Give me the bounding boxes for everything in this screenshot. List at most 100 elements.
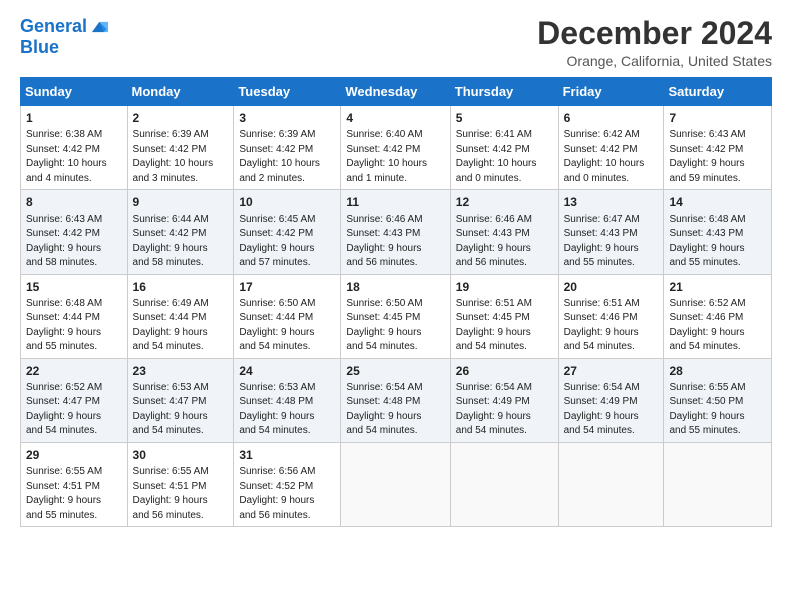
calendar-cell: 19 Sunrise: 6:51 AM Sunset: 4:45 PM Dayli… xyxy=(450,274,558,358)
day-info: Sunrise: 6:47 AM Sunset: 4:43 PM Dayligh… xyxy=(564,214,640,269)
day-info: Sunrise: 6:55 AM Sunset: 4:51 PM Dayligh… xyxy=(26,466,102,521)
calendar-cell: 16 Sunrise: 6:49 AM Sunset: 4:44 PM Dayli… xyxy=(127,274,234,358)
day-number: 14 xyxy=(669,194,766,210)
day-number: 9 xyxy=(133,194,229,210)
day-info: Sunrise: 6:42 AM Sunset: 4:42 PM Dayligh… xyxy=(564,129,645,184)
day-number: 12 xyxy=(456,194,553,210)
day-number: 10 xyxy=(239,194,335,210)
day-number: 16 xyxy=(133,279,229,295)
calendar-cell: 12 Sunrise: 6:46 AM Sunset: 4:43 PM Dayli… xyxy=(450,190,558,274)
title-block: December 2024 Orange, California, United… xyxy=(537,16,772,69)
day-number: 19 xyxy=(456,279,553,295)
calendar-cell: 14 Sunrise: 6:48 AM Sunset: 4:43 PM Dayli… xyxy=(664,190,772,274)
day-number: 27 xyxy=(564,363,659,379)
day-info: Sunrise: 6:53 AM Sunset: 4:48 PM Dayligh… xyxy=(239,382,315,437)
day-info: Sunrise: 6:45 AM Sunset: 4:42 PM Dayligh… xyxy=(239,214,315,269)
calendar-cell: 10 Sunrise: 6:45 AM Sunset: 4:42 PM Dayli… xyxy=(234,190,341,274)
day-info: Sunrise: 6:40 AM Sunset: 4:42 PM Dayligh… xyxy=(346,129,427,184)
calendar-cell xyxy=(450,442,558,526)
calendar-cell: 28Sunrise: 6:55 AM Sunset: 4:50 PM Dayli… xyxy=(664,358,772,442)
day-number: 11 xyxy=(346,194,444,210)
day-number: 30 xyxy=(133,447,229,463)
day-number: 1 xyxy=(26,110,122,126)
logo-icon xyxy=(89,16,111,38)
day-info: Sunrise: 6:54 AM Sunset: 4:49 PM Dayligh… xyxy=(564,382,640,437)
calendar-week-4: 22 Sunrise: 6:52 AM Sunset: 4:47 PM Dayli… xyxy=(21,358,772,442)
calendar-cell: 22 Sunrise: 6:52 AM Sunset: 4:47 PM Dayli… xyxy=(21,358,128,442)
day-info: Sunrise: 6:52 AM Sunset: 4:46 PM Dayligh… xyxy=(669,298,745,353)
calendar-header-row: SundayMondayTuesdayWednesdayThursdayFrid… xyxy=(21,78,772,106)
day-number: 2 xyxy=(133,110,229,126)
weekday-header-sunday: Sunday xyxy=(21,78,128,106)
calendar-cell: 4 Sunrise: 6:40 AM Sunset: 4:42 PM Daylig… xyxy=(341,106,450,190)
logo-text2: Blue xyxy=(20,38,111,58)
calendar-week-1: 1 Sunrise: 6:38 AM Sunset: 4:42 PM Daylig… xyxy=(21,106,772,190)
header: General Blue December 2024 Orange, Calif… xyxy=(20,16,772,69)
weekday-header-thursday: Thursday xyxy=(450,78,558,106)
day-number: 20 xyxy=(564,279,659,295)
calendar-cell: 21 Sunrise: 6:52 AM Sunset: 4:46 PM Dayli… xyxy=(664,274,772,358)
calendar-cell: 20 Sunrise: 6:51 AM Sunset: 4:46 PM Dayli… xyxy=(558,274,664,358)
day-info: Sunrise: 6:56 AM Sunset: 4:52 PM Dayligh… xyxy=(239,466,315,521)
day-info: Sunrise: 6:48 AM Sunset: 4:44 PM Dayligh… xyxy=(26,298,102,353)
calendar-cell: 27 Sunrise: 6:54 AM Sunset: 4:49 PM Dayli… xyxy=(558,358,664,442)
day-number: 31 xyxy=(239,447,335,463)
day-number: 21 xyxy=(669,279,766,295)
day-number: 18 xyxy=(346,279,444,295)
day-info: Sunrise: 6:52 AM Sunset: 4:47 PM Dayligh… xyxy=(26,382,102,437)
day-number: 4 xyxy=(346,110,444,126)
calendar-cell: 5 Sunrise: 6:41 AM Sunset: 4:42 PM Daylig… xyxy=(450,106,558,190)
day-info: Sunrise: 6:55 AM Sunset: 4:50 PM Dayligh… xyxy=(669,382,745,437)
day-info: Sunrise: 6:39 AM Sunset: 4:42 PM Dayligh… xyxy=(239,129,320,184)
day-number: 5 xyxy=(456,110,553,126)
day-number: 22 xyxy=(26,363,122,379)
day-info: Sunrise: 6:46 AM Sunset: 4:43 PM Dayligh… xyxy=(346,214,422,269)
calendar-week-3: 15 Sunrise: 6:48 AM Sunset: 4:44 PM Dayli… xyxy=(21,274,772,358)
day-info: Sunrise: 6:49 AM Sunset: 4:44 PM Dayligh… xyxy=(133,298,209,353)
day-number: 29 xyxy=(26,447,122,463)
calendar-week-5: 29 Sunrise: 6:55 AM Sunset: 4:51 PM Dayli… xyxy=(21,442,772,526)
day-info: Sunrise: 6:41 AM Sunset: 4:42 PM Dayligh… xyxy=(456,129,537,184)
weekday-header-saturday: Saturday xyxy=(664,78,772,106)
calendar-cell: 1 Sunrise: 6:38 AM Sunset: 4:42 PM Daylig… xyxy=(21,106,128,190)
calendar-cell: 30 Sunrise: 6:55 AM Sunset: 4:51 PM Dayli… xyxy=(127,442,234,526)
weekday-header-monday: Monday xyxy=(127,78,234,106)
weekday-header-wednesday: Wednesday xyxy=(341,78,450,106)
calendar-cell: 11 Sunrise: 6:46 AM Sunset: 4:43 PM Dayli… xyxy=(341,190,450,274)
calendar-cell xyxy=(558,442,664,526)
weekday-header-friday: Friday xyxy=(558,78,664,106)
calendar-table: SundayMondayTuesdayWednesdayThursdayFrid… xyxy=(20,77,772,527)
day-info: Sunrise: 6:51 AM Sunset: 4:45 PM Dayligh… xyxy=(456,298,532,353)
calendar-cell: 15 Sunrise: 6:48 AM Sunset: 4:44 PM Dayli… xyxy=(21,274,128,358)
calendar-cell: 9 Sunrise: 6:44 AM Sunset: 4:42 PM Daylig… xyxy=(127,190,234,274)
calendar-cell: 31 Sunrise: 6:56 AM Sunset: 4:52 PM Dayli… xyxy=(234,442,341,526)
day-info: Sunrise: 6:46 AM Sunset: 4:43 PM Dayligh… xyxy=(456,214,532,269)
day-number: 13 xyxy=(564,194,659,210)
calendar-cell: 24Sunrise: 6:53 AM Sunset: 4:48 PM Dayli… xyxy=(234,358,341,442)
calendar-week-2: 8 Sunrise: 6:43 AM Sunset: 4:42 PM Daylig… xyxy=(21,190,772,274)
day-number: 26 xyxy=(456,363,553,379)
calendar-cell: 23Sunrise: 6:53 AM Sunset: 4:47 PM Dayli… xyxy=(127,358,234,442)
day-info: Sunrise: 6:38 AM Sunset: 4:42 PM Dayligh… xyxy=(26,129,107,184)
day-number: 8 xyxy=(26,194,122,210)
logo: General Blue xyxy=(20,16,111,58)
page: General Blue December 2024 Orange, Calif… xyxy=(0,0,792,612)
day-info: Sunrise: 6:51 AM Sunset: 4:46 PM Dayligh… xyxy=(564,298,640,353)
calendar-cell: 18Sunrise: 6:50 AM Sunset: 4:45 PM Dayli… xyxy=(341,274,450,358)
day-info: Sunrise: 6:48 AM Sunset: 4:43 PM Dayligh… xyxy=(669,214,745,269)
calendar-cell: 26 Sunrise: 6:54 AM Sunset: 4:49 PM Dayli… xyxy=(450,358,558,442)
calendar-cell: 8 Sunrise: 6:43 AM Sunset: 4:42 PM Daylig… xyxy=(21,190,128,274)
day-info: Sunrise: 6:55 AM Sunset: 4:51 PM Dayligh… xyxy=(133,466,209,521)
day-info: Sunrise: 6:39 AM Sunset: 4:42 PM Dayligh… xyxy=(133,129,214,184)
calendar-cell: 6 Sunrise: 6:42 AM Sunset: 4:42 PM Daylig… xyxy=(558,106,664,190)
day-number: 6 xyxy=(564,110,659,126)
day-info: Sunrise: 6:43 AM Sunset: 4:42 PM Dayligh… xyxy=(26,214,102,269)
weekday-header-tuesday: Tuesday xyxy=(234,78,341,106)
day-number: 15 xyxy=(26,279,122,295)
calendar-cell xyxy=(341,442,450,526)
day-info: Sunrise: 6:54 AM Sunset: 4:49 PM Dayligh… xyxy=(456,382,532,437)
day-info: Sunrise: 6:50 AM Sunset: 4:44 PM Dayligh… xyxy=(239,298,315,353)
calendar-cell: 17Sunrise: 6:50 AM Sunset: 4:44 PM Dayli… xyxy=(234,274,341,358)
day-info: Sunrise: 6:44 AM Sunset: 4:42 PM Dayligh… xyxy=(133,214,209,269)
day-number: 25 xyxy=(346,363,444,379)
